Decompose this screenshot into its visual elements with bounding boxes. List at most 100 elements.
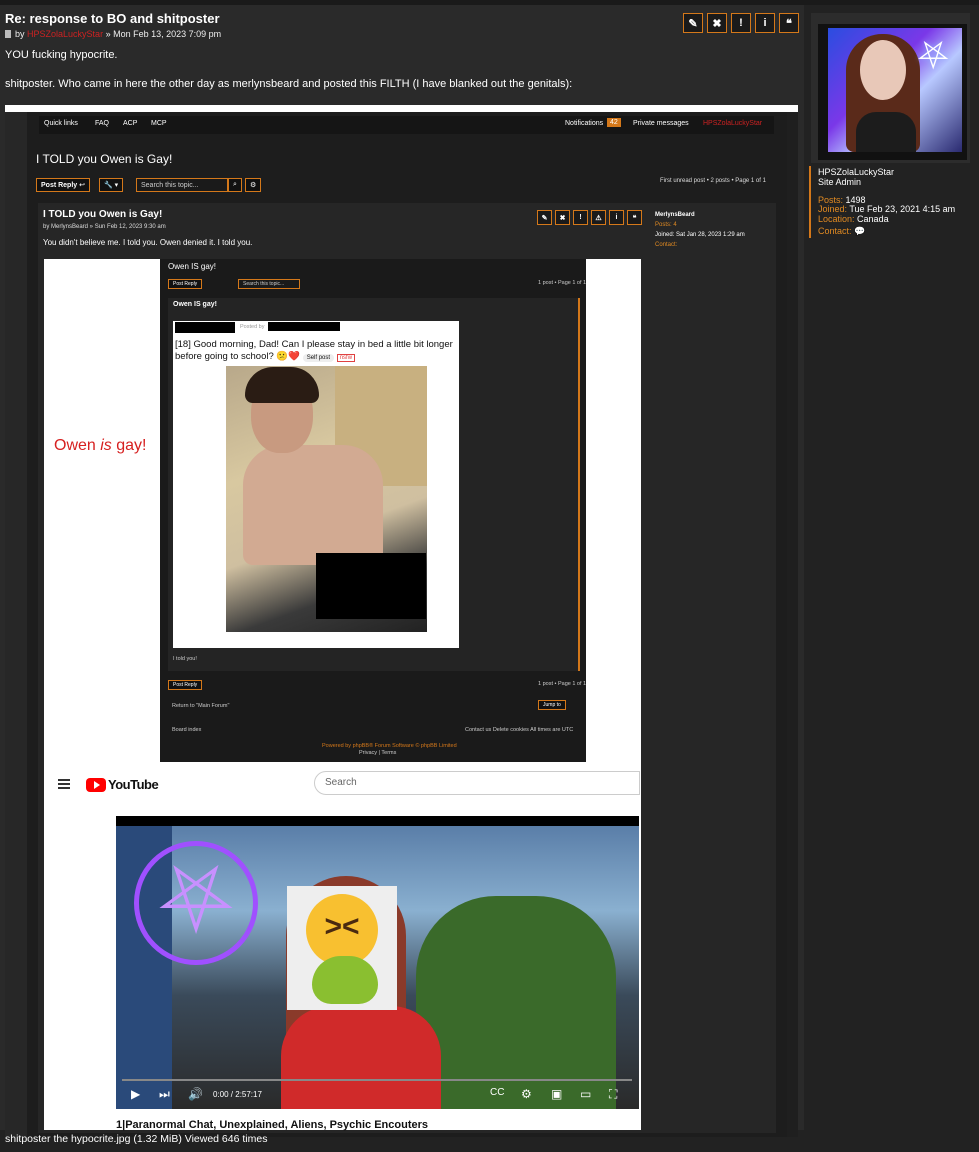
quickbar-user: HPSZolaLuckyStar bbox=[703, 120, 763, 127]
quick-links-bar: Quick links FAQ ACP MCP Notifications 42… bbox=[39, 116, 774, 134]
tools-dropdown: 🔧 ▾ bbox=[99, 178, 124, 192]
profile-contact: Contact: 💬 bbox=[818, 226, 865, 237]
attachment-caption: shitposter the hypocrite.jpg (1.32 MiB) … bbox=[5, 1133, 268, 1145]
topic-search: Search this topic... bbox=[136, 178, 228, 192]
photo-body bbox=[243, 445, 383, 565]
post-author-link[interactable]: HPSZolaLuckyStar bbox=[27, 29, 103, 39]
video-time: 0:00 / 2:57:17 bbox=[213, 1090, 262, 1099]
private-messages-link: Private messages bbox=[633, 120, 689, 127]
delete-button[interactable]: ✖ bbox=[707, 13, 727, 33]
nested-post-title: Owen IS gay! bbox=[173, 301, 217, 308]
profile-username[interactable]: HPSZolaLuckyStar bbox=[818, 167, 894, 177]
reddit-post-title: [18] Good morning, Dad! Can I please sta… bbox=[175, 339, 453, 362]
post-title[interactable]: Re: response to BO and shitposter bbox=[5, 11, 220, 26]
post-actions: ✎ ✖ ! i ❝ bbox=[683, 13, 799, 33]
photo-hair bbox=[245, 367, 319, 403]
cc-icon: CC bbox=[490, 1087, 505, 1098]
video-person-top bbox=[281, 1006, 441, 1109]
fullscreen-icon: ⛶ bbox=[609, 1087, 618, 1101]
pentagram-icon: ⛧ bbox=[918, 36, 949, 78]
self-post-tag: Self post bbox=[302, 354, 335, 362]
inner-report-icon: ! bbox=[573, 210, 588, 225]
youtube-wordmark: YouTube bbox=[108, 777, 159, 792]
board-index-link: Board index bbox=[172, 727, 202, 733]
inner-author-name: MerlynsBeard bbox=[655, 212, 695, 218]
theater-icon: ▭ bbox=[580, 1087, 592, 1101]
quick-links: Quick links bbox=[44, 120, 78, 127]
footer-links: Contact us Delete cookies All times are … bbox=[465, 727, 574, 733]
redaction-box bbox=[175, 322, 235, 333]
post-body-line-1: YOU fucking hypocrite. bbox=[5, 49, 118, 61]
post-body-line-2: shitposter. Who came in here the other d… bbox=[5, 78, 573, 90]
video-progress-bar bbox=[122, 1079, 632, 1081]
contact-icon[interactable]: 💬 bbox=[854, 226, 865, 236]
owen-prefix: Owen bbox=[54, 437, 101, 454]
acp-link: ACP bbox=[123, 120, 138, 127]
inner-post-body: You didn't believe me. I told you. Owen … bbox=[43, 238, 253, 247]
location-label: Location: bbox=[818, 214, 855, 224]
told-you-text: I told you! bbox=[173, 656, 197, 662]
notification-count: 42 bbox=[607, 118, 621, 127]
post-reply-label: Post Reply bbox=[41, 181, 78, 189]
avatar-body bbox=[856, 112, 916, 152]
powered-by: Powered by phpBB® Forum Software © phpBB… bbox=[322, 743, 457, 749]
video-plants bbox=[416, 896, 616, 1109]
inner-delete-icon: ✖ bbox=[555, 210, 570, 225]
post-byline: by HPSZolaLuckyStar » Mon Feb 13, 2023 7… bbox=[5, 29, 221, 39]
contact-label: Contact: bbox=[818, 226, 852, 236]
pentagram-icon: ⛧ bbox=[134, 841, 258, 965]
nested-post-reply: Post Reply bbox=[168, 279, 203, 289]
volume-icon: 🔊 bbox=[188, 1087, 203, 1101]
owen-caption: Owen is gay! bbox=[54, 437, 147, 455]
inner-warn-icon: ⚠ bbox=[591, 210, 606, 225]
settings-icon: ⚙ bbox=[521, 1087, 532, 1101]
play-icon: ▶ bbox=[131, 1087, 141, 1101]
return-link: Return to "Main Forum" bbox=[172, 703, 230, 709]
video-player: ⛧ >< bbox=[116, 816, 639, 1109]
joined-label: Joined: bbox=[818, 204, 848, 214]
page-info: First unread post • 2 posts • Page 1 of … bbox=[660, 178, 766, 184]
redaction-box bbox=[268, 322, 340, 331]
inner-post-byline: by MerlynsBeard » Sun Feb 12, 2023 9:30 … bbox=[43, 224, 166, 230]
edit-button[interactable]: ✎ bbox=[683, 13, 703, 33]
nested-topic-title: Owen IS gay! bbox=[168, 262, 217, 271]
owen-suffix: gay! bbox=[111, 437, 147, 454]
owen-is: is bbox=[100, 437, 112, 454]
inner-info-icon: i bbox=[609, 210, 624, 225]
youtube-logo: YouTube bbox=[86, 777, 159, 792]
inner-author-contact: Contact: bbox=[655, 242, 678, 248]
notifications-link: Notifications bbox=[565, 120, 604, 127]
profile-accent-bar bbox=[809, 166, 811, 238]
search-icon: ⌕ bbox=[228, 178, 242, 192]
youtube-search: Search bbox=[314, 771, 640, 795]
nested-page-info: 1 post • Page 1 of 1 bbox=[538, 280, 587, 286]
post-date: » Mon Feb 13, 2023 7:09 pm bbox=[105, 29, 222, 39]
miniplayer-icon: ▣ bbox=[551, 1087, 563, 1101]
info-button[interactable]: i bbox=[755, 13, 775, 33]
inner-quote-icon: ❝ bbox=[627, 210, 642, 225]
next-icon: ⏭ bbox=[159, 1087, 170, 1101]
faq-link: FAQ bbox=[95, 120, 110, 127]
joined-value: Tue Feb 23, 2021 4:15 am bbox=[849, 204, 956, 214]
location-value: Canada bbox=[857, 214, 889, 224]
video-title: 1|Paranormal Chat, Unexplained, Aliens, … bbox=[116, 1119, 428, 1131]
posted-by-label: Posted by bbox=[240, 324, 265, 330]
inner-post-title: I TOLD you Owen is Gay! bbox=[43, 209, 163, 220]
mcp-link: MCP bbox=[151, 120, 167, 127]
nsfw-tag: nsfw bbox=[336, 354, 356, 362]
by-label: by bbox=[15, 29, 25, 39]
profile-location: Location: Canada bbox=[818, 214, 889, 224]
redaction-box bbox=[316, 553, 426, 619]
nested-page-info-bottom: 1 post • Page 1 of 1 bbox=[538, 681, 587, 687]
menu-icon bbox=[58, 779, 70, 789]
post-reply-button: Post Reply ↩ bbox=[36, 178, 90, 192]
nested-post-reply-bottom: Post Reply bbox=[168, 680, 203, 690]
quote-button[interactable]: ❝ bbox=[779, 13, 799, 33]
youtube-play-icon bbox=[86, 777, 106, 792]
vomit-icon bbox=[312, 956, 378, 1004]
post-icon bbox=[5, 30, 11, 38]
report-button[interactable]: ! bbox=[731, 13, 751, 33]
inner-author-posts: Posts: 4 bbox=[655, 222, 677, 228]
inner-edit-icon: ✎ bbox=[537, 210, 552, 225]
profile-joined: Joined: Tue Feb 23, 2021 4:15 am bbox=[818, 204, 955, 214]
